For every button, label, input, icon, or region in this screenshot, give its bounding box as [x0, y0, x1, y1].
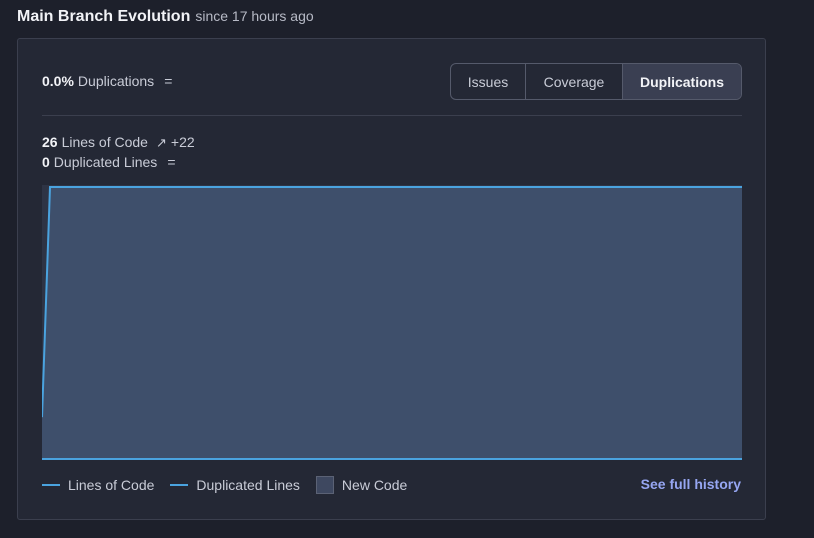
last-analysis-time: since 17 hours ago — [195, 8, 314, 24]
duplications-trend-icon: = — [164, 73, 173, 89]
legend-item-lines-of-code: Lines of Code — [42, 477, 154, 493]
lines-of-code-area — [42, 187, 742, 459]
widget-title: Main Branch Evolution — [17, 8, 191, 25]
widget-header: Main Branch Evolution since 17 hours ago — [17, 8, 314, 26]
legend-line-icon — [170, 484, 189, 486]
trend-up-icon: ↗ — [155, 135, 167, 150]
tab-duplications[interactable]: Duplications — [623, 64, 741, 99]
loc-label: Lines of Code — [61, 134, 148, 150]
legend-label: New Code — [341, 477, 408, 493]
duplications-value: 0.0% — [42, 73, 74, 89]
evolution-chart — [42, 185, 742, 460]
legend-line-icon — [42, 484, 60, 486]
dup-lines-label: Duplicated Lines — [53, 154, 158, 170]
evolution-card: 0.0% Duplications = Issues Coverage Dupl… — [17, 38, 766, 520]
tab-coverage[interactable]: Coverage — [526, 64, 623, 99]
dup-lines-trend-icon: = — [167, 154, 176, 170]
legend-swatch-icon — [315, 476, 334, 494]
see-full-history-link[interactable]: See full history — [641, 476, 741, 492]
lines-of-code-stat: 26 Lines of Code ↗ +22 — [42, 134, 195, 151]
tab-issues[interactable]: Issues — [451, 64, 526, 99]
divider — [42, 115, 742, 116]
duplications-label: Duplications — [77, 73, 155, 89]
legend-label: Lines of Code — [68, 477, 155, 493]
loc-delta: +22 — [170, 134, 195, 150]
duplicated-lines-stat: 0 Duplicated Lines = — [42, 154, 176, 170]
metric-toggle-group: Issues Coverage Duplications — [450, 63, 742, 100]
duplications-metric: 0.0% Duplications = — [42, 73, 172, 89]
legend-item-duplicated-lines: Duplicated Lines — [170, 477, 300, 493]
legend-label: Duplicated Lines — [196, 477, 300, 493]
chart-legend: Lines of Code Duplicated Lines New Code — [42, 476, 423, 494]
dup-lines-value: 0 — [42, 154, 50, 170]
loc-value: 26 — [42, 134, 58, 150]
legend-item-new-code: New Code — [315, 476, 408, 494]
